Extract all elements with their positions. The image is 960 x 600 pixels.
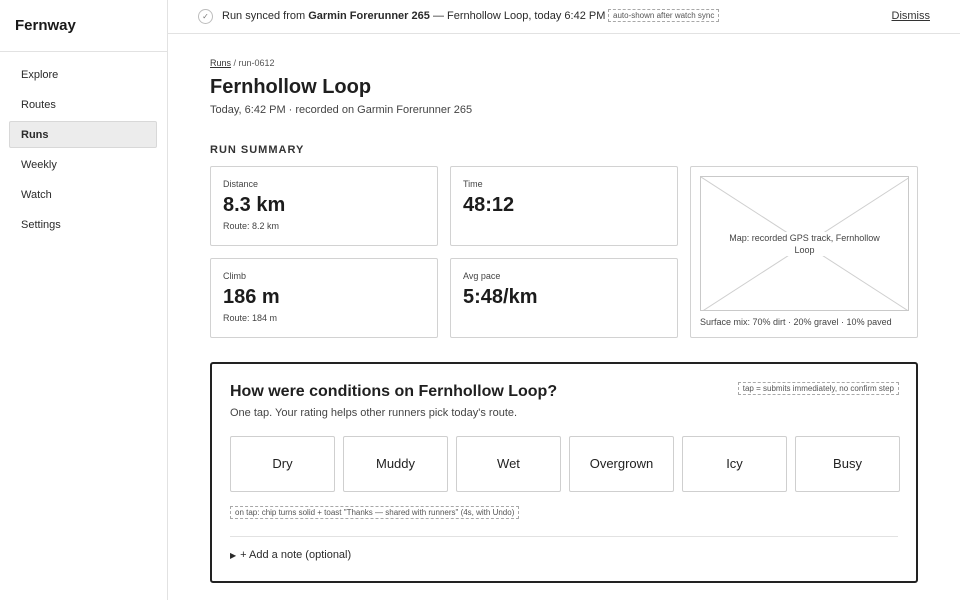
stat-card-distance: Distance 8.3 km Route: 8.2 km bbox=[210, 166, 438, 246]
map-placeholder: Map: recorded GPS track, Fernhollow Loop bbox=[700, 176, 909, 311]
add-note-toggle[interactable]: ▶ + Add a note (optional) bbox=[230, 549, 351, 561]
condition-chip-dry[interactable]: Dry bbox=[230, 436, 335, 492]
conditions-subtitle: One tap. Your rating helps other runners… bbox=[230, 407, 518, 419]
sync-banner: ✓ Run synced from Garmin Forerunner 265 … bbox=[168, 0, 960, 34]
annotation-on-tap: on tap: chip turns solid + toast "Thanks… bbox=[230, 506, 520, 519]
condition-chip-icy[interactable]: Icy bbox=[682, 436, 787, 492]
condition-chip-wet[interactable]: Wet bbox=[456, 436, 561, 492]
annotation-auto-shown: auto-shown after watch sync bbox=[608, 9, 720, 22]
conditions-panel: How were conditions on Fernhollow Loop? … bbox=[210, 362, 918, 583]
page-title: Fernhollow Loop bbox=[210, 76, 372, 98]
stat-label: Avg pace bbox=[463, 271, 501, 281]
stat-label: Distance bbox=[223, 179, 259, 189]
breadcrumb-current: run-0612 bbox=[238, 58, 275, 68]
sidebar-item-runs[interactable]: Runs bbox=[9, 121, 157, 148]
condition-chip-overgrown[interactable]: Overgrown bbox=[569, 436, 674, 492]
divider bbox=[230, 536, 898, 537]
stat-value: 48:12 bbox=[463, 194, 515, 216]
stat-route-value: Route: 8.2 km bbox=[223, 221, 280, 231]
sidebar-item-settings[interactable]: Settings bbox=[9, 211, 157, 238]
stat-label: Time bbox=[463, 179, 483, 189]
stat-label: Climb bbox=[223, 271, 247, 281]
section-heading-run-summary: RUN SUMMARY bbox=[210, 144, 305, 156]
map-caption: Map: recorded GPS track, Fernhollow Loop bbox=[721, 232, 888, 256]
sidebar-item-weekly[interactable]: Weekly bbox=[9, 151, 157, 178]
stat-value: 186 m bbox=[223, 286, 280, 308]
stat-card-time: Time 48:12 bbox=[450, 166, 678, 246]
add-note-label: + Add a note (optional) bbox=[240, 549, 352, 561]
sidebar-nav: Explore Routes Runs Weekly Watch Setting… bbox=[0, 52, 167, 238]
stat-value: 8.3 km bbox=[223, 194, 286, 216]
condition-chip-muddy[interactable]: Muddy bbox=[343, 436, 448, 492]
surface-mix: Surface mix: 70% dirt · 20% gravel · 10%… bbox=[700, 317, 892, 327]
sync-message: Run synced from Garmin Forerunner 265 — … bbox=[222, 10, 605, 22]
sync-device: Garmin Forerunner 265 bbox=[308, 10, 430, 22]
sidebar-item-watch[interactable]: Watch bbox=[9, 181, 157, 208]
condition-chip-busy[interactable]: Busy bbox=[795, 436, 900, 492]
dismiss-button[interactable]: Dismiss bbox=[892, 10, 931, 22]
sidebar-item-explore[interactable]: Explore bbox=[9, 61, 157, 88]
stat-route-value: Route: 184 m bbox=[223, 313, 278, 323]
annotation-tap-behavior: tap = submits immediately, no confirm st… bbox=[737, 382, 899, 395]
page-subtitle: Today, 6:42 PM · recorded on Garmin Fore… bbox=[210, 104, 473, 116]
breadcrumb-separator: / bbox=[231, 58, 239, 68]
breadcrumb-runs-link[interactable]: Runs bbox=[210, 58, 231, 68]
sync-suffix: — Fernhollow Loop, today 6:42 PM bbox=[432, 10, 606, 22]
app-logo: Fernway bbox=[0, 0, 167, 52]
sidebar: Fernway Explore Routes Runs Weekly Watch… bbox=[0, 0, 168, 600]
breadcrumb: Runs / run-0612 bbox=[210, 58, 275, 68]
stat-card-pace: Avg pace 5:48/km bbox=[450, 258, 678, 338]
check-circle-icon: ✓ bbox=[198, 9, 213, 24]
map-card: Map: recorded GPS track, Fernhollow Loop… bbox=[690, 166, 918, 338]
disclosure-triangle-icon: ▶ bbox=[230, 551, 237, 560]
sync-prefix: Run synced from bbox=[222, 10, 306, 22]
sidebar-item-routes[interactable]: Routes bbox=[9, 91, 157, 118]
conditions-title: How were conditions on Fernhollow Loop? bbox=[230, 383, 558, 400]
stat-card-climb: Climb 186 m Route: 184 m bbox=[210, 258, 438, 338]
stat-value: 5:48/km bbox=[463, 286, 538, 308]
